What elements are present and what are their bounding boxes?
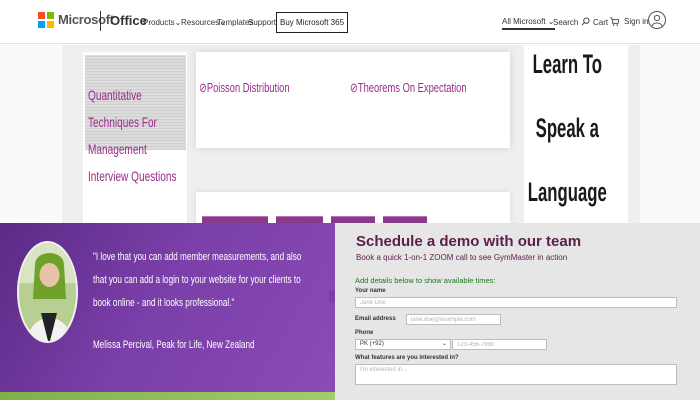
topic-link-poisson-distribution[interactable]: ⊘Poisson Distribution [199,80,290,96]
topic-link-label: Theorems On Expectation [357,80,467,95]
search-icon [581,17,590,26]
search-button[interactable]: Search [553,17,590,27]
name-input[interactable] [355,297,677,308]
brand-name[interactable]: Microsoft [58,12,114,27]
nav-item-label: Resources [181,18,220,27]
ad-card-title[interactable]: Learn To Speak a Language [527,32,608,224]
tab-chip[interactable] [202,216,268,223]
product-name[interactable]: Office [110,13,147,28]
nav-item-support[interactable]: Support [248,18,276,27]
link-icon: ⊘ [199,80,207,95]
testimonial-photo [17,241,78,343]
decorative-strip [0,392,335,400]
name-label: Your name [355,288,386,294]
brand-divider [100,11,101,31]
phone-input[interactable] [452,339,547,350]
search-label: Search [553,18,579,27]
country-code-select[interactable]: PK (+92) ⌄ [355,339,451,350]
buy-microsoft-365-button[interactable]: Buy Microsoft 365 [276,12,349,33]
testimonial-quote: "I love that you can add member measurem… [93,251,302,309]
nav-item-label: Products [143,18,175,27]
topic-link-label: Poisson Distribution [206,80,290,95]
features-label: What features are you interested in? [355,355,459,361]
page: Microsoft Office Products⌄ Resources⌄ Te… [0,0,700,400]
microsoft-logo-icon[interactable] [38,12,54,28]
sign-in-link[interactable]: Sign in [624,17,648,26]
topic-links-card [196,52,510,148]
topic-link-theorems-on-expectation[interactable]: ⊘Theorems On Expectation [350,80,467,96]
nav-item-products[interactable]: Products⌄ [143,18,181,27]
link-icon: ⊘ [350,80,358,95]
testimonial-author: Melissa Percival, Peak for Life, New Zea… [93,339,255,351]
all-microsoft-label: All Microsoft [502,17,546,26]
phone-label: Phone [355,330,374,336]
tab-chip[interactable] [331,216,375,223]
cart-icon [610,17,620,26]
features-textarea[interactable] [355,364,677,385]
demo-form-title: Schedule a demo with our team [356,233,582,250]
country-code-value: PK (+92) [360,341,384,347]
email-field[interactable] [406,314,501,325]
tab-chip[interactable] [276,216,323,223]
demo-form-subtitle: Book a quick 1-on-1 ZOOM call to see Gym… [356,253,568,262]
cart-label: Cart [593,18,609,27]
user-icon [651,14,663,27]
email-label: Email address [355,316,396,322]
tab-chip[interactable] [383,216,427,223]
all-microsoft-menu[interactable]: All Microsoft ⌄ [502,17,555,30]
demo-form-instruction: Add details below to show available time… [355,276,496,285]
cart-button[interactable]: Cart [593,17,620,27]
article-card-title[interactable]: Quantitative Techniques For Management I… [88,82,189,190]
avatar[interactable] [648,11,666,29]
chevron-down-icon: ⌄ [441,341,447,347]
